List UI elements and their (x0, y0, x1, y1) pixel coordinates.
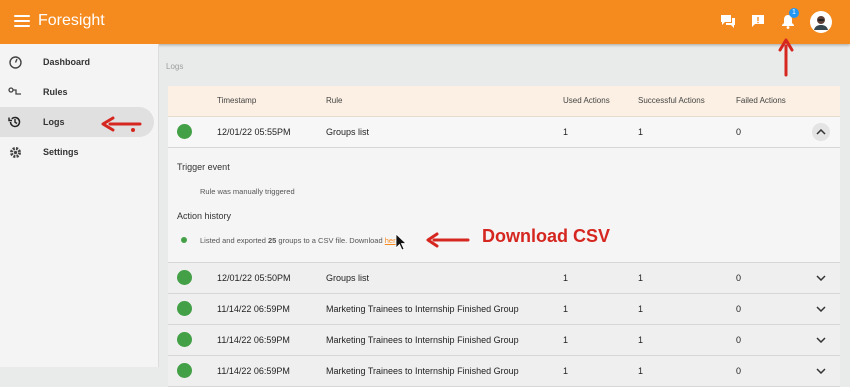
used-actions-cell: 1 (563, 273, 569, 283)
sidebar-item-dashboard[interactable]: Dashboard (0, 47, 154, 77)
timestamp-cell: 11/14/22 06:59PM (217, 366, 290, 376)
used-actions-cell: 1 (563, 335, 569, 345)
expand-chevron-down-icon[interactable] (812, 331, 830, 349)
success-status-icon (177, 270, 192, 285)
success-status-icon (177, 363, 192, 378)
timestamp-cell: 12/01/22 05:55PM (217, 127, 291, 137)
failed-actions-cell: 0 (736, 335, 742, 345)
failed-actions-cell: 0 (736, 127, 742, 137)
rule-cell: Marketing Trainees to Internship Finishe… (326, 366, 519, 376)
rule-cell: Marketing Trainees to Internship Finishe… (326, 335, 519, 345)
used-actions-cell: 1 (563, 304, 569, 314)
successful-actions-cell: 1 (638, 273, 644, 283)
used-actions-cell: 1 (563, 127, 569, 137)
notification-badge: 1 (789, 8, 799, 18)
sidebar-item-label: Dashboard (43, 57, 91, 67)
failed-actions-cell: 0 (736, 273, 742, 283)
download-csv-callout: Download CSV (482, 226, 611, 246)
successful-actions-cell: 1 (638, 335, 644, 345)
failed-actions-cell: 0 (736, 366, 742, 376)
annotation-arrow-notifications (778, 38, 794, 77)
dashboard-icon (8, 55, 22, 69)
action-text-before: Listed and exported (200, 236, 266, 245)
failed-actions-cell: 0 (736, 304, 742, 314)
hamburger-menu-icon[interactable] (14, 15, 30, 29)
timestamp-cell: 11/14/22 06:59PM (217, 335, 290, 345)
trigger-event-heading: Trigger event (177, 162, 230, 172)
sidebar-item-label: Settings (43, 147, 79, 157)
sidebar-item-settings[interactable]: Settings (0, 137, 154, 167)
column-header-failed-actions: Failed Actions (736, 96, 786, 105)
successful-actions-cell: 1 (638, 366, 644, 376)
expand-chevron-down-icon[interactable] (812, 362, 830, 380)
rule-cell: Groups list (326, 127, 370, 137)
rule-cell: Marketing Trainees to Internship Finishe… (326, 304, 519, 314)
success-status-icon (177, 332, 192, 347)
sidebar-item-label: Logs (43, 117, 65, 127)
expand-chevron-down-icon[interactable] (812, 269, 830, 287)
successful-actions-cell: 1 (638, 127, 644, 137)
rules-icon (8, 85, 22, 99)
timestamp-cell: 12/01/22 05:50PM (217, 273, 291, 283)
annotation-arrow-logs (101, 116, 142, 132)
expand-chevron-down-icon[interactable] (812, 300, 830, 318)
sidebar-item-rules[interactable]: Rules (0, 77, 154, 107)
chat-icon[interactable] (718, 11, 738, 31)
action-history-text: Listed and exported 25 groups to a CSV f… (200, 236, 400, 245)
column-header-successful-actions: Successful Actions (638, 96, 705, 105)
success-status-icon (177, 301, 192, 316)
app-title: Foresight (38, 12, 105, 29)
table-row[interactable]: 11/14/22 06:59PM Marketing Trainees to I… (168, 325, 840, 356)
history-icon (8, 115, 22, 129)
successful-actions-cell: 1 (638, 304, 644, 314)
table-row[interactable]: 11/14/22 06:59PM Marketing Trainees to I… (168, 356, 840, 387)
action-history-heading: Action history (177, 211, 232, 221)
success-status-icon (177, 124, 192, 139)
action-text-after: groups to a CSV file. Download (278, 236, 383, 245)
table-row[interactable]: 11/14/22 06:59PM Marketing Trainees to I… (168, 294, 840, 325)
user-avatar[interactable] (810, 11, 832, 33)
column-header-rule: Rule (326, 96, 343, 105)
action-success-icon (181, 237, 187, 243)
table-row[interactable]: 12/01/22 05:50PM Groups list 1 1 0 (168, 263, 840, 294)
sidebar: Dashboard Rules Logs Settings (0, 44, 159, 367)
sidebar-item-label: Rules (43, 87, 68, 97)
table-header: Timestamp Rule Used Actions Successful A… (168, 86, 840, 117)
column-header-timestamp: Timestamp (217, 96, 257, 105)
timestamp-cell: 11/14/22 06:59PM (217, 304, 290, 314)
trigger-event-text: Rule was manually triggered (200, 187, 295, 196)
gear-icon (8, 145, 22, 159)
used-actions-cell: 1 (563, 366, 569, 376)
action-count: 25 (267, 236, 277, 245)
annotation-arrow-download (426, 232, 470, 248)
app-bar: Foresight 1 (0, 0, 850, 44)
mouse-cursor-icon (395, 233, 407, 251)
table-row[interactable]: 12/01/22 05:55PM Groups list 1 1 0 (168, 117, 840, 148)
column-header-used-actions: Used Actions (563, 96, 610, 105)
feedback-icon[interactable] (748, 11, 768, 31)
collapse-chevron-up-icon[interactable] (812, 123, 830, 141)
rule-cell: Groups list (326, 273, 370, 283)
breadcrumb: Logs (166, 62, 184, 71)
